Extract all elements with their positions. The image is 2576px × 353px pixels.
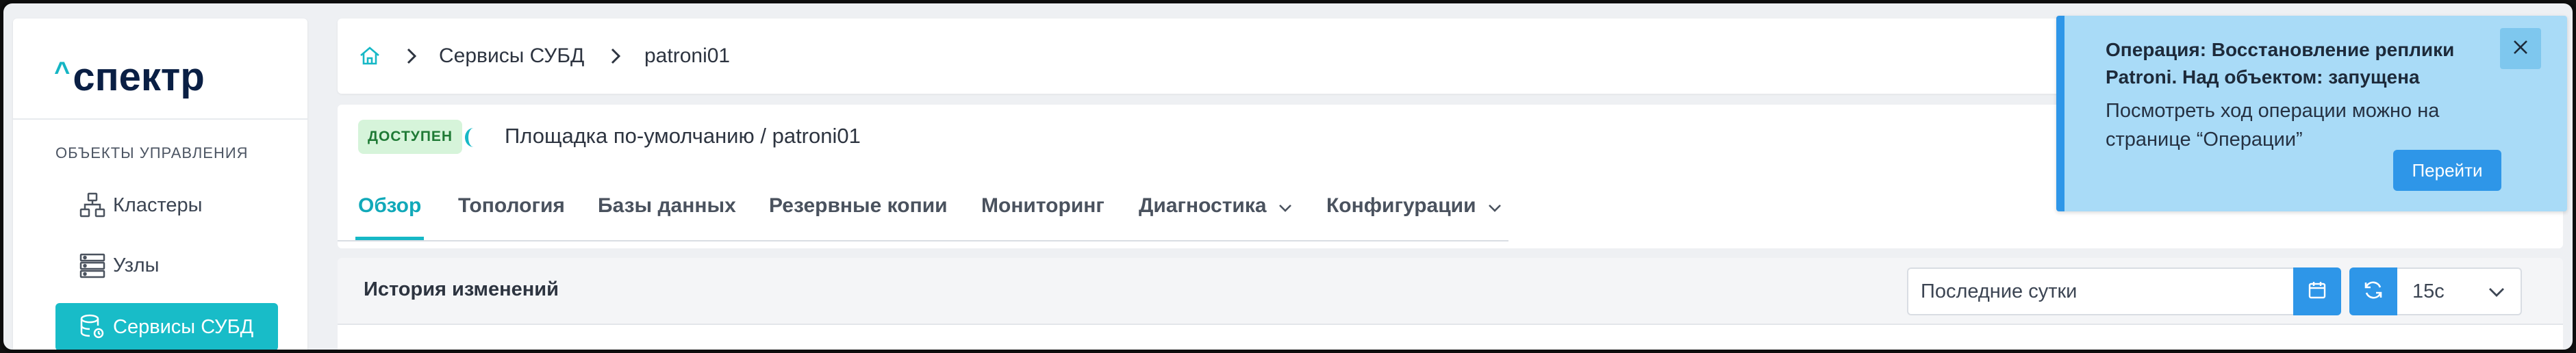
breadcrumb-separator-icon (405, 18, 418, 94)
sidebar-item-label: Кластеры (113, 194, 203, 216)
tab-topology[interactable]: Топология (458, 185, 565, 240)
date-range-input[interactable]: Последние сутки (1907, 267, 2293, 315)
logo-caret-icon: ^ (54, 57, 71, 87)
history-title: История изменений (364, 278, 559, 300)
notification-text: Посмотреть ход операции можно на страниц… (2106, 100, 2440, 151)
refresh-button[interactable] (2349, 267, 2397, 315)
breadcrumb-separator-icon (609, 18, 622, 94)
tab-backups[interactable]: Резервные копии (769, 185, 948, 240)
notification-toast: Операция: Восстановление реплики Patroni… (2056, 16, 2567, 211)
sidebar-section-title: ОБЪЕКТЫ УПРАВЛЕНИЯ (55, 144, 249, 161)
server-icon (79, 252, 113, 279)
chevron-down-icon (1278, 186, 1293, 227)
calendar-icon (2307, 280, 2327, 304)
tab-bar: Обзор Топология Базы данных Резервные ко… (338, 185, 1508, 241)
go-to-operations-button[interactable]: Перейти (2393, 150, 2501, 191)
tab-overview[interactable]: Обзор (355, 185, 425, 240)
tab-label: Конфигурации (1326, 194, 1476, 217)
breadcrumb-current: patroni01 (644, 44, 731, 67)
sidebar-item-label: Узлы (113, 254, 160, 276)
sidebar-item-nodes[interactable]: Узлы (55, 241, 278, 289)
sidebar: ^спектр ОБЪЕКТЫ УПРАВЛЕНИЯ Кластеры Узлы… (13, 18, 307, 350)
notification-title: Операция: Восстановление реплики Patroni… (2106, 39, 2455, 88)
loading-spinner-icon (465, 128, 482, 147)
chevron-down-icon (1487, 186, 1502, 227)
sidebar-item-label: Сервисы СУБД (113, 315, 254, 338)
logo[interactable]: ^спектр (54, 54, 205, 100)
notification-close-button[interactable] (2500, 28, 2541, 69)
breadcrumb-link-dbms-services[interactable]: Сервисы СУБД (439, 18, 584, 94)
home-icon[interactable] (358, 18, 381, 94)
app-window: ^спектр ОБЪЕКТЫ УПРАВЛЕНИЯ Кластеры Узлы… (0, 0, 2576, 353)
calendar-button[interactable] (2293, 267, 2341, 315)
sidebar-item-dbms-services[interactable]: Сервисы СУБД (55, 303, 278, 350)
close-icon (2511, 38, 2530, 60)
tab-diagnostics[interactable]: Диагностика (1139, 185, 1293, 240)
refresh-interval-select[interactable]: 15с (2397, 267, 2522, 315)
tab-label: Диагностика (1139, 194, 1267, 217)
tab-configurations[interactable]: Конфигурации (1326, 185, 1502, 240)
refresh-interval-value: 15с (2412, 280, 2445, 302)
chevron-down-icon (2488, 280, 2505, 303)
tab-databases[interactable]: Базы данных (598, 185, 736, 240)
logo-text: спектр (73, 55, 205, 99)
database-service-icon (79, 313, 113, 341)
history-content (338, 325, 2563, 350)
tab-monitoring[interactable]: Мониторинг (981, 185, 1104, 240)
refresh-icon (2362, 279, 2384, 304)
sidebar-item-clusters[interactable]: Кластеры (55, 181, 278, 229)
status-badge: ДОСТУПЕН (358, 120, 463, 154)
cluster-icon (79, 192, 113, 219)
history-panel: История изменений Последние сутки 15с (338, 258, 2563, 350)
object-location: Площадка по-умолчанию / patroni01 (505, 124, 861, 148)
sidebar-divider (13, 118, 307, 120)
